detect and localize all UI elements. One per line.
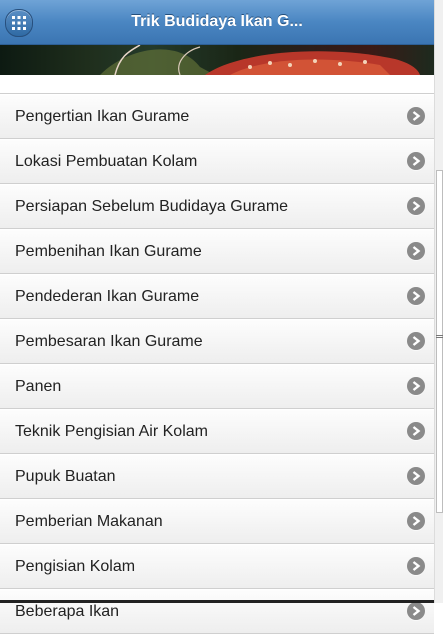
list-item[interactable]: Teknik Pengisian Air Kolam: [0, 409, 434, 454]
list-item[interactable]: Pupuk Buatan: [0, 454, 434, 499]
list-item[interactable]: Pembesaran Ikan Gurame: [0, 319, 434, 364]
list-item[interactable]: Pembenihan Ikan Gurame: [0, 229, 434, 274]
list-item-label: Pembenihan Ikan Gurame: [15, 243, 202, 260]
chevron-right-icon: [407, 422, 425, 440]
chevron-right-icon: [407, 197, 425, 215]
list-item[interactable]: Panen: [0, 364, 434, 409]
chevron-right-icon: [407, 152, 425, 170]
list-item-label: Pendederan Ikan Gurame: [15, 288, 200, 305]
list-item-label: Beberapa Ikan: [15, 603, 120, 620]
chevron-right-icon: [407, 377, 425, 395]
list-item[interactable]: Beberapa Ikan: [0, 589, 434, 634]
list-item[interactable]: Persiapan Sebelum Budidaya Gurame: [0, 184, 434, 229]
list-item[interactable]: Pendederan Ikan Gurame: [0, 274, 434, 319]
app-header: Trik Budidaya Ikan G...: [0, 0, 434, 45]
list-item[interactable]: Lokasi Pembuatan Kolam: [0, 139, 434, 184]
list-item[interactable]: Pemberian Makanan: [0, 499, 434, 544]
chevron-right-icon: [407, 107, 425, 125]
list-item[interactable]: Pengisian Kolam: [0, 544, 434, 589]
list-item-label: Pengertian Ikan Gurame: [15, 108, 190, 125]
list-item[interactable]: Pengertian Ikan Gurame: [0, 94, 434, 139]
list-item-label: Pengisian Kolam: [15, 558, 136, 575]
topic-list: Pengertian Ikan Gurame Lokasi Pembuatan …: [0, 93, 434, 634]
list-item-label: Lokasi Pembuatan Kolam: [15, 153, 198, 170]
list-item-label: Teknik Pengisian Air Kolam: [15, 423, 208, 440]
list-item-label: Pembesaran Ikan Gurame: [15, 333, 203, 350]
list-item-label: Persiapan Sebelum Budidaya Gurame: [15, 198, 289, 215]
chevron-right-icon: [407, 332, 425, 350]
scrollbar[interactable]: [434, 0, 443, 603]
scrollbar-grip-icon: [435, 334, 443, 340]
chevron-right-icon: [407, 242, 425, 260]
fish-banner-image: [0, 45, 434, 75]
list-item-label: Pupuk Buatan: [15, 468, 116, 485]
chevron-right-icon: [407, 467, 425, 485]
list-item-label: Panen: [15, 378, 62, 395]
page-title: Trik Budidaya Ikan G...: [131, 13, 303, 30]
chevron-right-icon: [407, 557, 425, 575]
chevron-right-icon: [407, 287, 425, 305]
chevron-right-icon: [407, 512, 425, 530]
chevron-right-icon: [407, 602, 425, 620]
list-item-label: Pemberian Makanan: [15, 513, 163, 530]
scrollbar-thumb[interactable]: [436, 170, 443, 513]
